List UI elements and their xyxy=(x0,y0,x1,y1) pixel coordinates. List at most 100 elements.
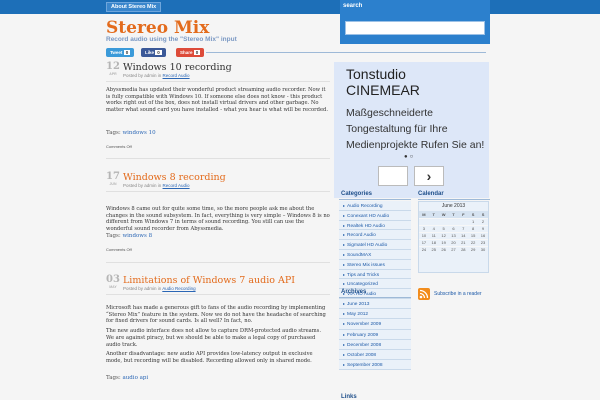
divider xyxy=(106,158,330,159)
post-meta: Posted by admin in Audio Recording xyxy=(123,286,196,291)
calendar-day: 23 xyxy=(478,238,488,246)
post-tags: Tags: audio api xyxy=(106,375,149,381)
ad-pager: ●○ xyxy=(404,154,416,160)
post-category-link[interactable]: Audio Recording xyxy=(162,286,195,291)
calendar-day: 1 xyxy=(468,217,479,225)
category-item[interactable]: Record Audio xyxy=(339,230,411,241)
weekday: M xyxy=(419,211,429,218)
post-category-link[interactable]: Record Audio xyxy=(163,183,190,188)
share-count: 0 xyxy=(193,50,201,55)
top-bar: About Stereo Mix xyxy=(0,0,600,14)
rss-icon[interactable] xyxy=(418,288,430,300)
about-tab[interactable]: About Stereo Mix xyxy=(106,2,162,12)
divider xyxy=(106,191,330,192)
tweet-label: Tweet xyxy=(110,50,123,55)
search-input[interactable] xyxy=(345,21,485,35)
calendar-day: 6 xyxy=(448,224,459,232)
category-item[interactable]: SoundMAX xyxy=(339,249,411,260)
search-label: search xyxy=(343,3,363,9)
archive-item[interactable]: February 2009 xyxy=(339,329,411,340)
post-tags: Tags: windows 8 xyxy=(106,233,153,239)
category-item[interactable]: Conexant HD Audio xyxy=(339,210,411,221)
calendar-day: 28 xyxy=(458,245,469,253)
site-title[interactable]: Stereo Mix xyxy=(106,18,209,38)
divider xyxy=(339,297,411,298)
ad-secondary-button[interactable] xyxy=(378,166,408,186)
calendar-day: 9 xyxy=(478,224,488,232)
category-item[interactable]: Tips and Tricks xyxy=(339,269,411,280)
calendar-day: 17 xyxy=(419,238,429,246)
calendar-week: 17 18 19 20 21 22 23 xyxy=(419,238,488,246)
ad-text: Maßgeschneiderte Tongestaltung für Ihre … xyxy=(346,107,485,151)
weekday: F xyxy=(458,211,469,218)
archive-item[interactable]: November 2009 xyxy=(339,319,411,330)
post-tags: Tags: windows 10 xyxy=(106,130,156,136)
category-item[interactable]: Stereo Mix issues xyxy=(339,259,411,270)
post-date: 12 APR xyxy=(106,61,120,77)
divider xyxy=(418,199,490,200)
divider xyxy=(106,262,330,263)
share-button[interactable]: Share 0 xyxy=(176,48,205,57)
calendar-day: 7 xyxy=(458,224,469,232)
tag-link[interactable]: windows 10 xyxy=(122,130,155,136)
calendar-day xyxy=(419,217,429,225)
post-title[interactable]: Windows 10 recording xyxy=(123,62,232,73)
tweet-button[interactable]: Tweet 0 xyxy=(106,48,135,57)
like-button[interactable]: Like 0 xyxy=(141,48,166,57)
calendar-day: 19 xyxy=(438,238,449,246)
calendar-table: M T W T F S S 1 2 3 4 5 6 7 8 9 10 11 12 13 14 15 16 17 1… xyxy=(419,211,488,253)
category-item[interactable]: Sigmatel HD Audio xyxy=(339,240,411,250)
category-item[interactable]: Realtek HD Audio xyxy=(339,220,411,231)
post-meta: Posted by admin in Record Audio xyxy=(123,73,190,78)
calendar-day: 4 xyxy=(428,224,439,232)
calendar-week: 10 11 12 13 14 15 16 xyxy=(419,231,488,239)
weekday: T xyxy=(448,211,459,218)
tag-link[interactable]: windows 8 xyxy=(122,233,152,239)
calendar-day xyxy=(438,217,449,225)
post-title[interactable]: Limitations of Windows 7 audio API xyxy=(123,275,295,286)
calendar-day: 3 xyxy=(419,224,429,232)
calendar-day: 11 xyxy=(428,231,439,239)
rss-subscribe-link[interactable]: Subscribe in a reader xyxy=(434,291,482,297)
search-panel: search xyxy=(340,0,490,44)
calendar-day xyxy=(448,217,459,225)
calendar-day: 29 xyxy=(468,245,479,253)
archive-item[interactable]: May 2012 xyxy=(339,309,411,320)
calendar-widget: June 2013 M T W T F S S 1 2 3 4 5 6 7 8 9 10 11 12 1… xyxy=(418,201,489,273)
calendar-week: 3456789 xyxy=(419,224,488,232)
post-category-link[interactable]: Record Audio xyxy=(163,73,190,78)
like-label: Like xyxy=(145,50,155,55)
archive-item[interactable]: October 2008 xyxy=(339,349,411,361)
tweet-count: 0 xyxy=(123,50,131,55)
calendar-day: 5 xyxy=(438,224,449,232)
calendar-day: 26 xyxy=(438,245,449,253)
calendar-day: 14 xyxy=(458,231,469,239)
ad-headline: Tonstudio xyxy=(346,66,406,82)
post-body: Microsoft has made a generous gift to fa… xyxy=(106,305,330,368)
divider xyxy=(106,294,330,295)
archive-item[interactable]: June 2013 xyxy=(339,299,411,310)
post-title[interactable]: Windows 8 recording xyxy=(123,172,226,183)
ad-brand: CINEMEAR xyxy=(346,82,420,98)
calendar-week: 12 xyxy=(419,217,488,225)
comments-status: Comments Off xyxy=(106,247,132,252)
ad-banner[interactable]: Tonstudio CINEMEAR Maßgeschneiderte Tong… xyxy=(334,62,489,198)
weekday: W xyxy=(438,211,449,218)
category-item[interactable]: Audio Recording xyxy=(339,201,411,211)
ad-next-button[interactable]: › xyxy=(414,166,444,186)
calendar-day: 25 xyxy=(428,245,439,253)
tag-link[interactable]: audio api xyxy=(122,375,148,381)
calendar-day: 22 xyxy=(468,238,479,246)
calendar-day xyxy=(458,217,469,225)
archive-item[interactable]: September 2008 xyxy=(339,360,411,371)
post-meta: Posted by admin in Record Audio xyxy=(123,183,190,188)
calendar-day: 2 xyxy=(478,217,488,225)
calendar-week: 24 25 26 27 28 29 30 xyxy=(419,245,488,253)
links-title: Links xyxy=(341,394,357,400)
paragraph: Another disadvantage: new audio API prov… xyxy=(106,351,313,364)
category-item[interactable]: Uncategorized xyxy=(339,279,411,290)
calendar-day: 10 xyxy=(419,231,429,239)
archive-item[interactable]: December 2008 xyxy=(339,339,411,350)
post-body: Abyssmedia has updated their wonderful p… xyxy=(106,87,328,114)
archives-title: Archives xyxy=(341,289,367,295)
